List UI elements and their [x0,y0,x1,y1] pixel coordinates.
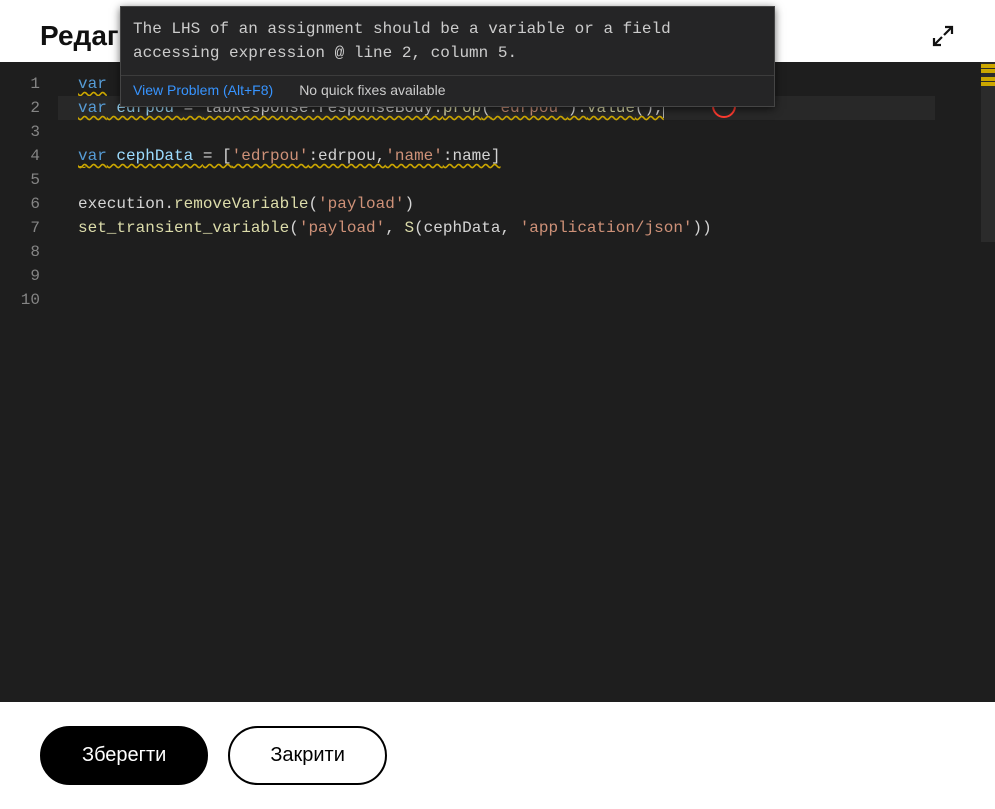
code-editor[interactable]: 1 2 3 4 5 6 7 8 9 10 var var edrpou = la… [0,62,995,702]
code-line[interactable] [58,264,935,288]
button-bar: Зберегти Закрити [0,702,995,809]
line-number: 6 [0,192,58,216]
code-area[interactable]: var var edrpou = labResponse.responseBod… [58,62,935,702]
code-line[interactable] [58,168,935,192]
minimap-viewport[interactable] [981,62,995,242]
minimap-scrollbar[interactable] [981,62,995,702]
minimap[interactable] [935,62,995,702]
line-number: 4 [0,144,58,168]
error-tooltip: The LHS of an assignment should be a var… [120,6,775,107]
code-line[interactable]: var cephData = ['edrpou':edrpou,'name':n… [58,144,935,168]
line-number: 5 [0,168,58,192]
code-line[interactable] [58,240,935,264]
page-title: Редаг [40,20,119,52]
tooltip-actions: View Problem (Alt+F8) No quick fixes ava… [121,75,774,106]
line-number: 7 [0,216,58,240]
line-number: 9 [0,264,58,288]
minimap-marker [981,64,995,68]
line-number: 10 [0,288,58,312]
code-line[interactable] [58,120,935,144]
code-line[interactable]: execution.removeVariable('payload') [58,192,935,216]
line-number: 2 [0,96,58,120]
save-button[interactable]: Зберегти [40,726,208,785]
close-button[interactable]: Закрити [228,726,387,785]
tooltip-message: The LHS of an assignment should be a var… [121,7,774,75]
code-line[interactable] [58,288,935,312]
line-number: 8 [0,240,58,264]
line-number: 3 [0,120,58,144]
code-line[interactable]: set_transient_variable('payload', S(ceph… [58,216,935,240]
view-problem-link[interactable]: View Problem (Alt+F8) [133,82,273,98]
minimap-marker [981,77,995,81]
expand-icon[interactable] [931,24,955,48]
line-number: 1 [0,72,58,96]
minimap-marker [981,82,995,86]
line-gutter: 1 2 3 4 5 6 7 8 9 10 [0,62,58,702]
no-quick-fixes-text: No quick fixes available [299,82,445,98]
minimap-marker [981,69,995,73]
